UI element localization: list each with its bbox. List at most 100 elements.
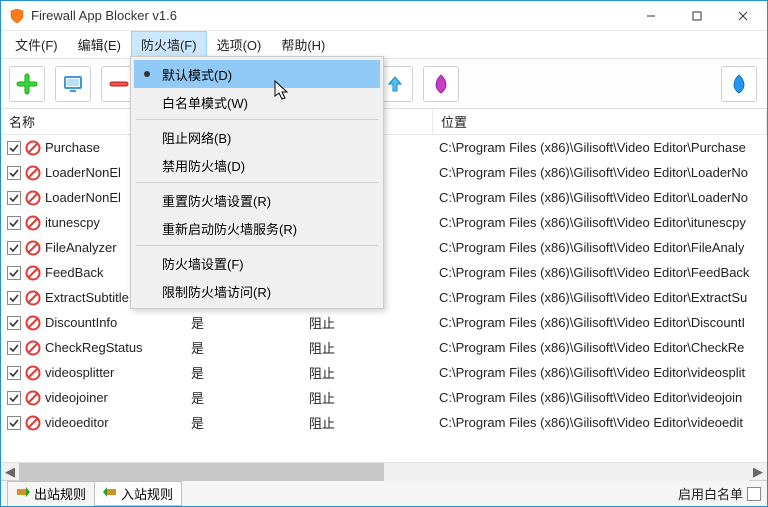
scroll-track[interactable]	[19, 463, 749, 481]
bottom-bar: 出站规则 入站规则 启用白名单	[1, 480, 767, 506]
block-icon	[25, 415, 41, 431]
block-icon	[25, 315, 41, 331]
toolbar	[1, 59, 767, 109]
row-checkbox[interactable]	[7, 366, 21, 380]
block-icon	[25, 265, 41, 281]
tab-inbound-label: 入站规则	[121, 484, 173, 503]
table-row[interactable]: videoeditor是阻止C:\Program Files (x86)\Gil…	[1, 410, 767, 435]
table-row[interactable]: FeedBack C:\Program Files (x86)\Gilisoft\…	[1, 260, 767, 285]
row-name: FeedBack	[45, 265, 104, 280]
menu-file[interactable]: 文件(F)	[5, 31, 68, 58]
tab-inbound[interactable]: 入站规则	[94, 481, 182, 506]
row-checkbox[interactable]	[7, 341, 21, 355]
monitor-button[interactable]	[55, 66, 91, 102]
whitelist-checkbox[interactable]	[747, 487, 761, 501]
dropdown-item[interactable]: 白名单模式(W)	[134, 88, 380, 116]
block-icon	[25, 365, 41, 381]
dropdown-item-label: 阻止网络(B)	[162, 128, 231, 147]
dropdown-item-label: 默认模式(D)	[162, 65, 232, 84]
row-action: 阻止	[309, 388, 335, 407]
row-checkbox[interactable]	[7, 391, 21, 405]
minimize-button[interactable]	[628, 1, 674, 30]
tab-outbound[interactable]: 出站规则	[7, 481, 95, 506]
col-location[interactable]: 位置	[433, 109, 767, 134]
row-checkbox[interactable]	[7, 166, 21, 180]
dropdown-item-label: 防火墙设置(F)	[162, 254, 244, 273]
table-row[interactable]: CheckRegStatus是阻止C:\Program Files (x86)\…	[1, 335, 767, 360]
dropdown-item-label: 禁用防火墙(D)	[162, 156, 245, 175]
row-checkbox[interactable]	[7, 291, 21, 305]
block-icon	[25, 390, 41, 406]
menu-edit[interactable]: 编辑(E)	[68, 31, 131, 58]
row-checkbox[interactable]	[7, 191, 21, 205]
row-path: C:\Program Files (x86)\Gilisoft\Video Ed…	[439, 215, 746, 230]
row-name: videojoiner	[45, 390, 108, 405]
dropdown-item[interactable]: 禁用防火墙(D)	[134, 151, 380, 179]
table-row[interactable]: itunescpyC:\Program Files (x86)\Gilisoft…	[1, 210, 767, 235]
dropdown-item-label: 限制防火墙访问(R)	[162, 282, 271, 301]
scroll-right-icon[interactable]: ▶	[749, 463, 767, 481]
dropdown-item[interactable]: 防火墙设置(F)	[134, 249, 380, 277]
whitelist-label: 启用白名单	[678, 484, 743, 503]
row-path: C:\Program Files (x86)\Gilisoft\Video Ed…	[439, 415, 743, 430]
table-row[interactable]: videosplitter是阻止C:\Program Files (x86)\G…	[1, 360, 767, 385]
menu-help[interactable]: 帮助(H)	[271, 31, 335, 58]
row-action: 阻止	[309, 338, 335, 357]
row-name: LoaderNonEl	[45, 165, 121, 180]
dropdown-separator	[136, 182, 378, 183]
row-path: C:\Program Files (x86)\Gilisoft\Video Ed…	[439, 240, 744, 255]
dropdown-item[interactable]: 重新启动防火墙服务(R)	[134, 214, 380, 242]
dropdown-item[interactable]: 默认模式(D)	[134, 60, 380, 88]
dropdown-item-label: 白名单模式(W)	[162, 93, 248, 112]
shield-button[interactable]	[423, 66, 459, 102]
title-bar: Firewall App Blocker v1.6	[1, 1, 767, 31]
dropdown-item[interactable]: 限制防火墙访问(R)	[134, 277, 380, 305]
row-checkbox[interactable]	[7, 241, 21, 255]
app-icon	[9, 8, 25, 24]
dropdown-separator	[136, 245, 378, 246]
row-path: C:\Program Files (x86)\Gilisoft\Video Ed…	[439, 390, 742, 405]
flame-button[interactable]	[721, 66, 757, 102]
table-row[interactable]: videojoiner是阻止C:\Program Files (x86)\Gil…	[1, 385, 767, 410]
menu-options[interactable]: 选项(O)	[207, 31, 272, 58]
row-enabled: 是	[191, 413, 204, 432]
block-icon	[25, 190, 41, 206]
table-row[interactable]: DiscountInfo是阻止C:\Program Files (x86)\Gi…	[1, 310, 767, 335]
add-button[interactable]	[9, 66, 45, 102]
table-row[interactable]: ExtractSubtitle是阻止C:\Program Files (x86)…	[1, 285, 767, 310]
table-row[interactable]: LoaderNonElC:\Program Files (x86)\Giliso…	[1, 185, 767, 210]
inbound-icon	[103, 485, 117, 502]
row-path: C:\Program Files (x86)\Gilisoft\Video Ed…	[439, 190, 748, 205]
scroll-left-icon[interactable]: ◀	[1, 463, 19, 481]
window-title: Firewall App Blocker v1.6	[31, 8, 628, 23]
horizontal-scrollbar[interactable]: ◀ ▶	[1, 462, 767, 480]
dropdown-item[interactable]: 重置防火墙设置(R)	[134, 186, 380, 214]
maximize-button[interactable]	[674, 1, 720, 30]
dropdown-item[interactable]: 阻止网络(B)	[134, 123, 380, 151]
block-icon	[25, 215, 41, 231]
table-row[interactable]: FileAnalyzerC:\Program Files (x86)\Gilis…	[1, 235, 767, 260]
dropdown-separator	[136, 119, 378, 120]
tab-outbound-label: 出站规则	[34, 484, 86, 503]
row-action: 阻止	[309, 313, 335, 332]
row-checkbox[interactable]	[7, 216, 21, 230]
row-path: C:\Program Files (x86)\Gilisoft\Video Ed…	[439, 265, 749, 280]
scroll-thumb[interactable]	[19, 463, 384, 481]
block-icon	[25, 340, 41, 356]
row-checkbox[interactable]	[7, 416, 21, 430]
row-enabled: 是	[191, 313, 204, 332]
row-name: videoeditor	[45, 415, 109, 430]
list-body: PurchaseC:\Program Files (x86)\Gilisoft\…	[1, 135, 767, 462]
row-checkbox[interactable]	[7, 316, 21, 330]
row-checkbox[interactable]	[7, 266, 21, 280]
table-row[interactable]: PurchaseC:\Program Files (x86)\Gilisoft\…	[1, 135, 767, 160]
outbound-icon	[16, 485, 30, 502]
table-row[interactable]: LoaderNonElC:\Program Files (x86)\Giliso…	[1, 160, 767, 185]
block-icon	[25, 165, 41, 181]
menu-firewall[interactable]: 防火墙(F)	[131, 31, 207, 58]
dropdown-item-label: 重新启动防火墙服务(R)	[162, 219, 297, 238]
row-checkbox[interactable]	[7, 141, 21, 155]
row-path: C:\Program Files (x86)\Gilisoft\Video Ed…	[439, 315, 745, 330]
close-button[interactable]	[720, 1, 766, 30]
block-icon	[25, 140, 41, 156]
